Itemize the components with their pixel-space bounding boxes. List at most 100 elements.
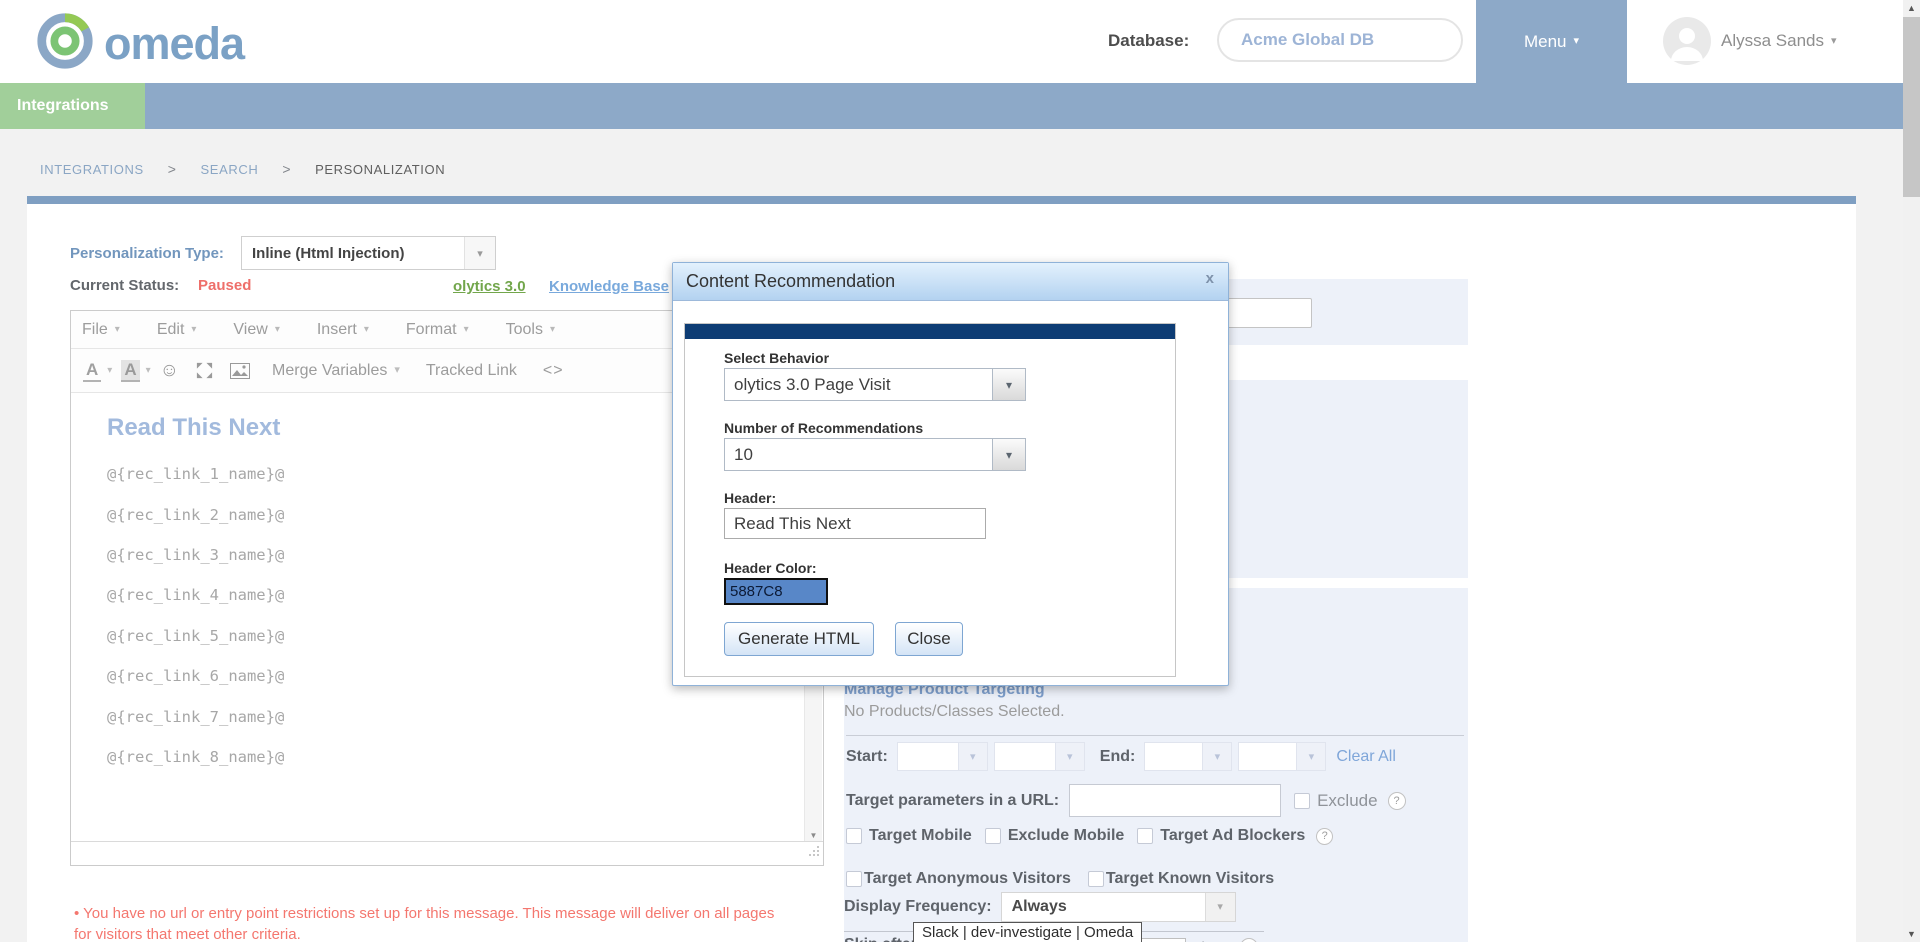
menu-button[interactable]: Menu ▾ bbox=[1476, 0, 1627, 83]
resize-grip-icon[interactable] bbox=[808, 844, 820, 862]
breadcrumb-integrations[interactable]: INTEGRATIONS bbox=[40, 162, 144, 177]
chevron-down-icon[interactable]: ▾ bbox=[992, 369, 1025, 400]
breadcrumb-personalization: PERSONALIZATION bbox=[315, 162, 445, 177]
generate-html-button[interactable]: Generate HTML bbox=[724, 622, 874, 656]
target-mobile-label: Target Mobile bbox=[869, 827, 972, 845]
chevron-down-icon[interactable]: ▾ bbox=[992, 439, 1025, 470]
clear-all-link[interactable]: Clear All bbox=[1336, 748, 1396, 766]
editor-menu-tools[interactable]: Tools▾ bbox=[506, 321, 555, 339]
targeting-top-input[interactable] bbox=[1216, 298, 1312, 328]
recommendation-count-select[interactable]: 10 ▾ bbox=[724, 438, 1026, 471]
chevron-down-icon: ▾ bbox=[1574, 36, 1580, 47]
editor-merge-lines: @{rec_link_1_name}@@{rec_link_2_name}@@{… bbox=[107, 454, 294, 778]
target-anonymous-label: Target Anonymous Visitors bbox=[864, 870, 1071, 888]
exclude-mobile-checkbox[interactable] bbox=[985, 828, 1001, 844]
chevron-down-icon[interactable]: ▾ bbox=[958, 743, 987, 770]
source-code-icon[interactable]: <> bbox=[543, 362, 564, 380]
user-menu[interactable]: Alyssa Sands ▾ bbox=[1721, 31, 1837, 51]
chevron-down-icon[interactable]: ▾ bbox=[146, 365, 151, 376]
editor-menu-insert[interactable]: Insert▾ bbox=[317, 321, 369, 339]
tracked-link-button[interactable]: Tracked Link bbox=[426, 362, 517, 380]
tab-integrations[interactable]: Integrations bbox=[0, 83, 145, 129]
exclude-mobile-label: Exclude Mobile bbox=[1008, 827, 1124, 845]
help-icon[interactable]: ? bbox=[1316, 828, 1333, 845]
no-products-text: No Products/Classes Selected. bbox=[844, 703, 1065, 721]
end-label: End: bbox=[1100, 748, 1136, 766]
editor-menu-edit[interactable]: Edit▾ bbox=[157, 321, 197, 339]
close-icon[interactable]: x bbox=[1206, 270, 1214, 287]
menu-button-label: Menu bbox=[1524, 32, 1567, 52]
merge-variables-button[interactable]: Merge Variables ▾ bbox=[272, 362, 400, 380]
device-targeting-row: Target Mobile Exclude Mobile Target Ad B… bbox=[846, 826, 1333, 846]
exclude-label: Exclude bbox=[1317, 791, 1377, 811]
page-scrollbar[interactable]: ▲ ▼ bbox=[1903, 0, 1920, 942]
page-scrollbar-thumb[interactable] bbox=[1903, 17, 1920, 197]
header-color-input[interactable]: 5887C8 bbox=[724, 578, 828, 605]
chevron-down-icon[interactable]: ▾ bbox=[1202, 743, 1231, 770]
recommendation-count-label: Number of Recommendations bbox=[724, 420, 923, 436]
editor-menu-file[interactable]: File▾ bbox=[82, 321, 120, 339]
editor-merge-line: @{rec_link_7_name}@ bbox=[107, 696, 294, 736]
avatar[interactable] bbox=[1663, 17, 1711, 65]
background-color-icon[interactable]: A bbox=[121, 360, 139, 382]
scroll-down-icon[interactable]: ▼ bbox=[1903, 929, 1920, 939]
current-status-label: Current Status: bbox=[70, 277, 179, 294]
select-behavior-select[interactable]: olytics 3.0 Page Visit ▾ bbox=[724, 368, 1026, 401]
target-mobile-checkbox[interactable] bbox=[846, 828, 862, 844]
scroll-up-icon[interactable]: ▲ bbox=[1903, 3, 1920, 13]
chevron-down-icon[interactable]: ▾ bbox=[1296, 743, 1325, 770]
editor-menu-format[interactable]: Format▾ bbox=[406, 321, 469, 339]
editor-merge-line: @{rec_link_2_name}@ bbox=[107, 494, 294, 534]
olytics-link[interactable]: olytics 3.0 bbox=[453, 278, 526, 295]
knowledge-base-link[interactable]: Knowledge Base bbox=[549, 278, 669, 295]
target-ad-blockers-label: Target Ad Blockers bbox=[1160, 827, 1305, 845]
chevron-down-icon: ▾ bbox=[191, 325, 196, 335]
end-date-select[interactable]: ▾ bbox=[1144, 742, 1232, 771]
insert-image-icon[interactable] bbox=[230, 363, 250, 379]
chevron-down-icon[interactable]: ▾ bbox=[1205, 893, 1235, 921]
editor-merge-line: @{rec_link_1_name}@ bbox=[107, 454, 294, 494]
help-icon[interactable]: ? bbox=[1388, 792, 1406, 810]
personalization-type-value: Inline (Html Injection) bbox=[242, 245, 405, 262]
content-recommendation-dialog: Content Recommendation x Select Behavior… bbox=[672, 262, 1229, 686]
target-anonymous-checkbox[interactable] bbox=[846, 871, 862, 887]
end-time-select[interactable]: ▾ bbox=[1238, 742, 1326, 771]
target-known-checkbox[interactable] bbox=[1088, 871, 1104, 887]
start-label: Start: bbox=[846, 748, 888, 766]
target-known-label: Target Known Visitors bbox=[1106, 870, 1274, 888]
chevron-down-icon[interactable]: ▾ bbox=[464, 237, 495, 269]
editor-menu-view[interactable]: View▾ bbox=[233, 321, 279, 339]
chevron-down-icon[interactable]: ▾ bbox=[107, 365, 112, 376]
dialog-header[interactable]: Content Recommendation x bbox=[673, 263, 1228, 301]
database-input[interactable]: Acme Global DB bbox=[1217, 18, 1463, 62]
url-parameters-label: Target parameters in a URL: bbox=[846, 792, 1059, 810]
close-button[interactable]: Close bbox=[895, 622, 963, 656]
header-text-label: Header: bbox=[724, 490, 776, 506]
breadcrumb-separator-icon: > bbox=[282, 161, 291, 177]
editor-merge-line: @{rec_link_6_name}@ bbox=[107, 656, 294, 696]
start-date-select[interactable]: ▾ bbox=[897, 742, 988, 771]
fullscreen-icon[interactable] bbox=[195, 361, 214, 380]
dialog-title: Content Recommendation bbox=[673, 263, 1228, 300]
editor-merge-line: @{rec_link_5_name}@ bbox=[107, 616, 294, 656]
breadcrumb-search[interactable]: SEARCH bbox=[201, 162, 259, 177]
font-color-icon[interactable]: A bbox=[83, 360, 101, 382]
target-ad-blockers-checkbox[interactable] bbox=[1137, 828, 1153, 844]
personalization-type-label: Personalization Type: bbox=[70, 245, 224, 262]
start-time-select[interactable]: ▾ bbox=[994, 742, 1085, 771]
section-divider bbox=[27, 196, 1856, 204]
emoticon-icon[interactable]: ☺ bbox=[160, 360, 179, 382]
url-parameters-input[interactable] bbox=[1069, 784, 1281, 817]
editor-merge-line: @{rec_link_3_name}@ bbox=[107, 535, 294, 575]
omeda-logo-text: omeda bbox=[104, 13, 244, 75]
skip-after-label: Skip after: bbox=[844, 936, 922, 942]
chevron-down-icon[interactable]: ▾ bbox=[1055, 743, 1084, 770]
restriction-warning-text: • You have no url or entry point restric… bbox=[74, 903, 780, 942]
scroll-down-icon[interactable]: ▼ bbox=[805, 831, 822, 840]
personalization-type-select[interactable]: Inline (Html Injection) ▾ bbox=[241, 236, 496, 270]
display-frequency-select[interactable]: Always ▾ bbox=[1001, 892, 1236, 922]
header-text-input[interactable] bbox=[724, 508, 986, 539]
top-header: omeda Database: Acme Global DB Menu ▾ Al… bbox=[0, 0, 1903, 83]
display-frequency-value: Always bbox=[1002, 898, 1067, 916]
exclude-checkbox[interactable] bbox=[1294, 793, 1310, 809]
